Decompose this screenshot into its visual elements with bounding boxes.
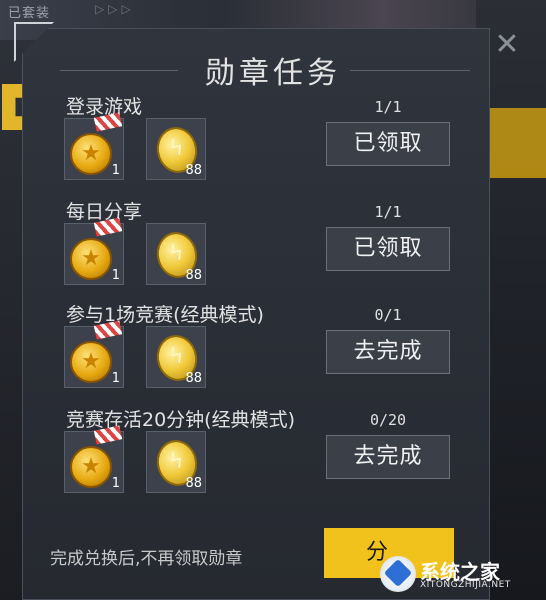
watermark: 系统之家 XITONGZHIJIA.NET xyxy=(380,554,540,594)
reward-quantity: 1 xyxy=(111,476,120,491)
claimed-button[interactable]: 已领取 xyxy=(326,122,450,166)
coin-reward: ϟ 88 xyxy=(146,223,206,285)
medal-icon: ★ xyxy=(70,238,112,280)
watermark-logo-icon xyxy=(380,556,416,592)
coin-reward: ϟ 88 xyxy=(146,118,206,180)
reward-quantity: 88 xyxy=(185,371,202,386)
reward-quantity: 1 xyxy=(111,371,120,386)
reward-quantity: 88 xyxy=(185,476,202,491)
task-row: 每日分享 ★ 1 ϟ 88 1/1 已领取 xyxy=(0,197,546,301)
go-complete-button[interactable]: 去完成 xyxy=(326,330,450,374)
coin-reward: ϟ 88 xyxy=(146,431,206,493)
medal-reward: ★ 1 xyxy=(64,320,124,388)
footer-note: 完成兑换后,不再领取勋章 xyxy=(50,549,243,569)
task-progress: 0/1 xyxy=(374,306,402,324)
task-progress: 1/1 xyxy=(374,203,402,221)
task-name: 竞赛存活20分钟(经典模式) xyxy=(66,409,296,431)
background-arrows: ▷▷▷ xyxy=(95,2,135,16)
dialog-title: 勋章任务 xyxy=(205,56,341,91)
task-row: 登录游戏 ★ 1 ϟ 88 1/1 已领取 xyxy=(0,92,546,196)
medal-reward: ★ 1 xyxy=(64,112,124,180)
claimed-button[interactable]: 已领取 xyxy=(326,227,450,271)
reward-quantity: 1 xyxy=(111,268,120,283)
watermark-subtext: XITONGZHIJIA.NET xyxy=(420,580,511,590)
medal-icon: ★ xyxy=(70,341,112,383)
task-progress: 0/20 xyxy=(369,411,407,429)
reward-quantity: 88 xyxy=(185,163,202,178)
coin-reward: ϟ 88 xyxy=(146,326,206,388)
medal-icon: ★ xyxy=(70,446,112,488)
medal-reward: ★ 1 xyxy=(64,425,124,493)
medal-icon: ★ xyxy=(70,133,112,175)
task-row: 参与1场竞赛(经典模式) ★ 1 ϟ 88 0/1 去完成 xyxy=(0,300,546,404)
reward-quantity: 88 xyxy=(185,268,202,283)
medal-reward: ★ 1 xyxy=(64,217,124,285)
task-row: 竞赛存活20分钟(经典模式) ★ 1 ϟ 88 0/20 去完成 xyxy=(0,405,546,509)
go-complete-button[interactable]: 去完成 xyxy=(326,435,450,479)
reward-quantity: 1 xyxy=(111,163,120,178)
close-icon[interactable]: ✕ xyxy=(492,30,522,60)
task-progress: 1/1 xyxy=(374,98,402,116)
task-name: 参与1场竞赛(经典模式) xyxy=(66,304,264,326)
background-top-text: 已套装 xyxy=(8,6,51,21)
